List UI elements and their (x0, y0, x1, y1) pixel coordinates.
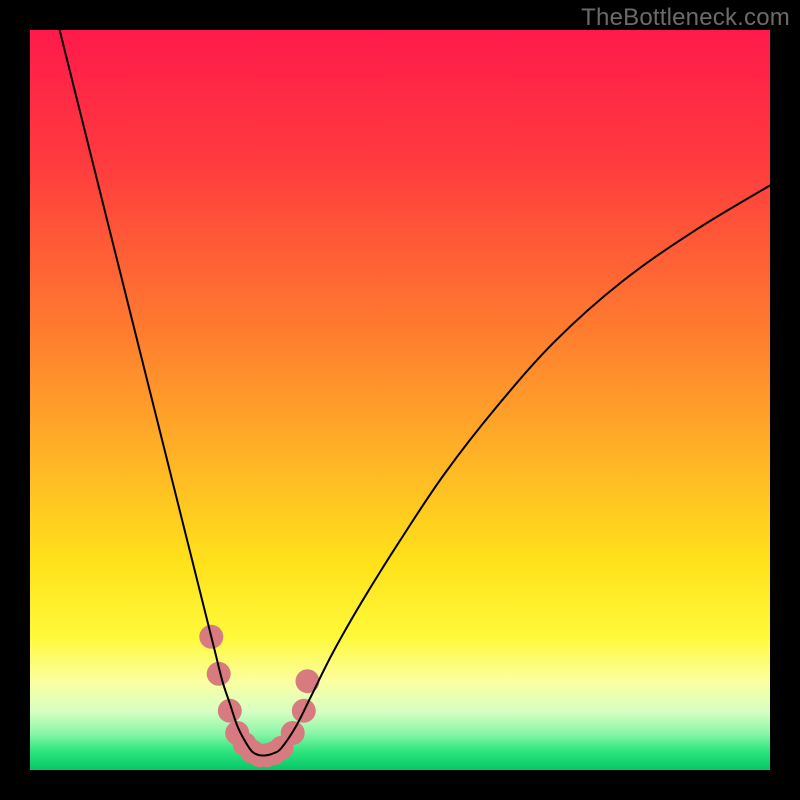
bottleneck-curve (60, 30, 770, 756)
highlight-dot (296, 669, 320, 693)
chart-frame: TheBottleneck.com (0, 0, 800, 800)
marker-group (199, 625, 319, 767)
curve-layer (30, 30, 770, 770)
watermark-text: TheBottleneck.com (581, 4, 790, 32)
plot-area (30, 30, 770, 770)
